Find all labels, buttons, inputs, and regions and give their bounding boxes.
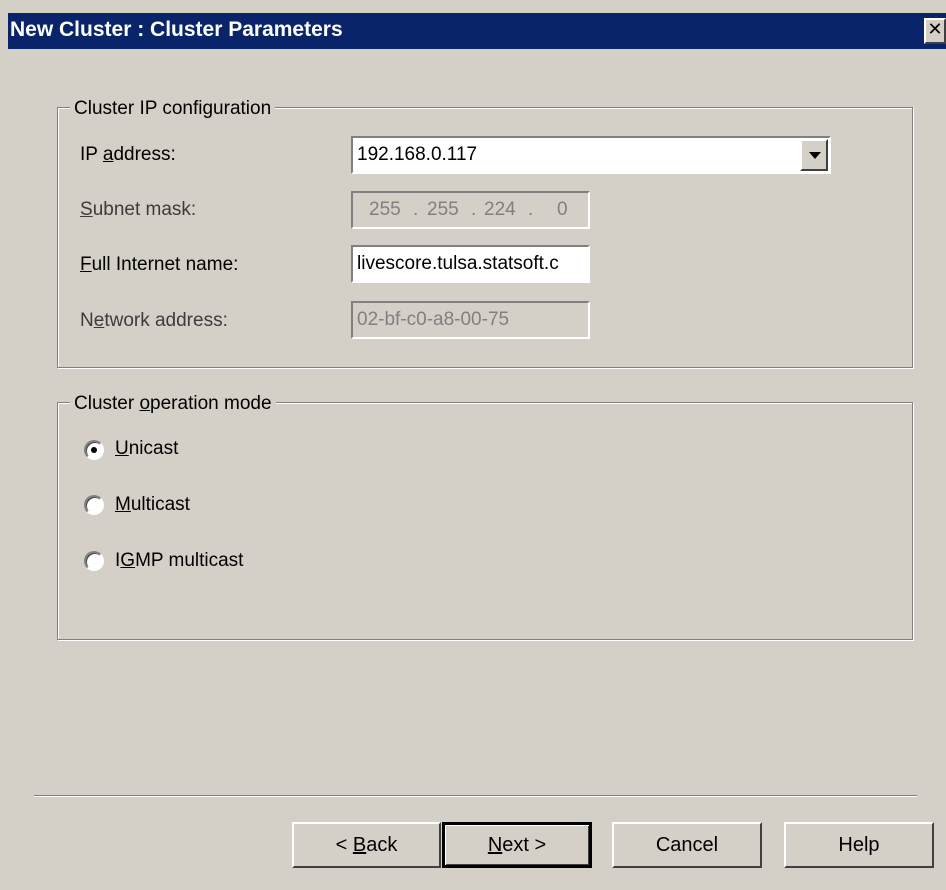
unicast-label[interactable]: Unicast [115,438,178,460]
subnet-octet-3: 224 [484,199,516,220]
multicast-label[interactable]: Multicast [115,494,190,516]
network-address-label: Network address: [80,310,228,331]
help-button[interactable]: Help [784,822,934,868]
next-button[interactable]: Next > [442,822,592,868]
window-title: New Cluster : Cluster Parameters [10,18,343,41]
full-internet-name-value: livescore.tulsa.statsoft.c [357,253,559,274]
ip-address-label: IP address: [80,144,176,165]
button-separator [34,795,917,797]
ip-address-combobox[interactable]: 192.168.0.117 [351,136,831,174]
radio-selected-dot [91,447,97,453]
cancel-button[interactable]: Cancel [612,822,762,868]
network-address-field[interactable]: 02-bf-c0-a8-00-75 [351,301,590,339]
chevron-down-icon[interactable] [800,139,828,171]
igmp-multicast-radio[interactable] [84,551,104,571]
full-internet-name-label: Full Internet name: [80,254,239,275]
subnet-mask-label: Subnet mask: [80,199,197,220]
cluster-ip-configuration-legend: Cluster IP configuration [70,98,276,120]
close-button[interactable]: ✕ [924,18,946,44]
igmp-multicast-label[interactable]: IGMP multicast [115,550,243,572]
subnet-dot-1: . [413,199,419,220]
title-bar: New Cluster : Cluster Parameters ✕ [0,0,946,66]
dialog-window: New Cluster : Cluster Parameters ✕ Clust… [0,0,946,890]
subnet-octet-2: 255 [427,199,459,220]
ip-address-value: 192.168.0.117 [357,144,478,165]
subnet-mask-field[interactable]: 255 . 255 . 224 . 0 [351,191,590,229]
multicast-radio[interactable] [84,495,104,515]
unicast-radio[interactable] [84,440,104,460]
close-icon: ✕ [927,19,943,40]
subnet-dot-2: . [471,199,477,220]
subnet-octet-1: 255 [369,199,401,220]
back-button[interactable]: < Back [292,822,441,868]
subnet-octet-4: 0 [557,199,568,220]
cluster-operation-mode-legend: Cluster operation mode [70,393,276,415]
subnet-dot-3: . [528,199,534,220]
full-internet-name-field[interactable]: livescore.tulsa.statsoft.c [351,245,590,283]
network-address-value: 02-bf-c0-a8-00-75 [357,309,510,330]
cluster-operation-mode-group [57,402,913,640]
